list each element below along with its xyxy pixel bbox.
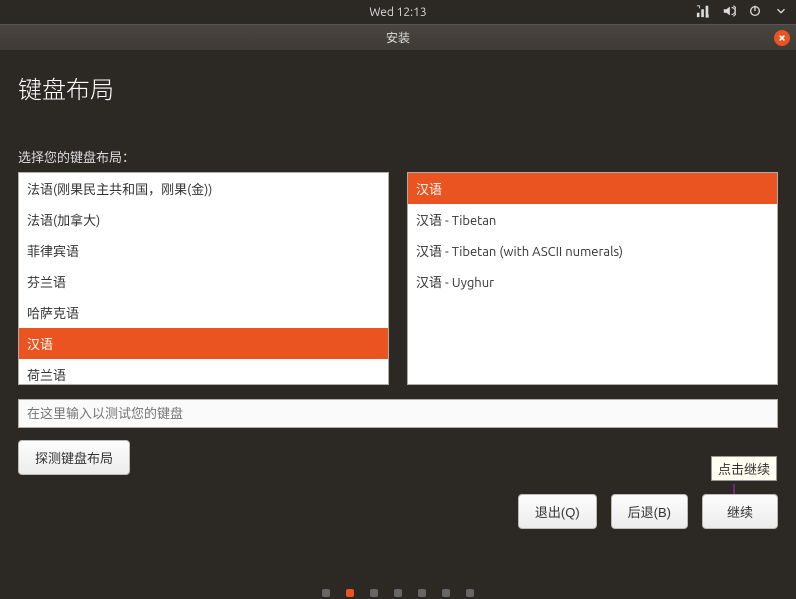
variant-item[interactable]: 汉语 xyxy=(408,173,777,204)
clock: Wed 12:13 xyxy=(369,6,426,19)
progress-dot xyxy=(466,589,474,597)
window-title-text: 安装 xyxy=(386,29,410,46)
network-icon[interactable] xyxy=(696,4,710,21)
progress-dot xyxy=(442,589,450,597)
quit-button[interactable]: 退出(Q) xyxy=(518,494,597,529)
progress-dots xyxy=(0,589,796,597)
layout-item[interactable]: 法语(加拿大) xyxy=(19,204,388,235)
continue-button[interactable]: 继续 xyxy=(702,494,778,529)
layout-item[interactable]: 荷兰语 xyxy=(19,359,388,385)
volume-icon[interactable] xyxy=(722,4,736,21)
progress-dot xyxy=(418,589,426,597)
layout-item[interactable]: 汉语 xyxy=(19,328,388,359)
keyboard-test-input[interactable] xyxy=(18,399,778,428)
variant-item[interactable]: 汉语 - Uyghur xyxy=(408,266,777,297)
progress-dot xyxy=(394,589,402,597)
variant-item[interactable]: 汉语 - Tibetan xyxy=(408,204,777,235)
window-close-button[interactable] xyxy=(774,30,790,46)
top-panel: Wed 12:13 xyxy=(0,0,796,24)
layout-listbox[interactable]: 法语(刚果民主共和国，刚果(金))法语(加拿大)菲律宾语芬兰语哈萨克语汉语荷兰语… xyxy=(18,172,389,385)
power-icon[interactable] xyxy=(748,4,762,21)
layout-item[interactable]: 芬兰语 xyxy=(19,266,388,297)
back-button[interactable]: 后退(B) xyxy=(611,494,688,529)
progress-dot xyxy=(346,589,354,597)
detect-layout-button[interactable]: 探测键盘布局 xyxy=(18,440,130,475)
layout-item[interactable]: 哈萨克语 xyxy=(19,297,388,328)
footer-buttons: 退出(Q) 后退(B) 继续 xyxy=(518,494,778,529)
layout-prompt: 选择您的键盘布局： xyxy=(18,147,778,166)
layout-item[interactable]: 法语(刚果民主共和国，刚果(金)) xyxy=(19,173,388,204)
page-title: 键盘布局 xyxy=(18,70,778,105)
progress-dot xyxy=(370,589,378,597)
variant-listbox[interactable]: 汉语汉语 - Tibetan汉语 - Tibetan (with ASCII n… xyxy=(407,172,778,385)
window-titlebar: 安装 xyxy=(0,24,796,50)
annotation-tooltip: 点击继续 xyxy=(711,456,777,481)
installer-content: 键盘布局 选择您的键盘布局： 法语(刚果民主共和国，刚果(金))法语(加拿大)菲… xyxy=(0,50,796,545)
system-tray[interactable] xyxy=(696,4,788,21)
layout-item[interactable]: 菲律宾语 xyxy=(19,235,388,266)
chevron-down-icon[interactable] xyxy=(774,4,788,21)
progress-dot xyxy=(322,589,330,597)
variant-item[interactable]: 汉语 - Tibetan (with ASCII numerals) xyxy=(408,235,777,266)
